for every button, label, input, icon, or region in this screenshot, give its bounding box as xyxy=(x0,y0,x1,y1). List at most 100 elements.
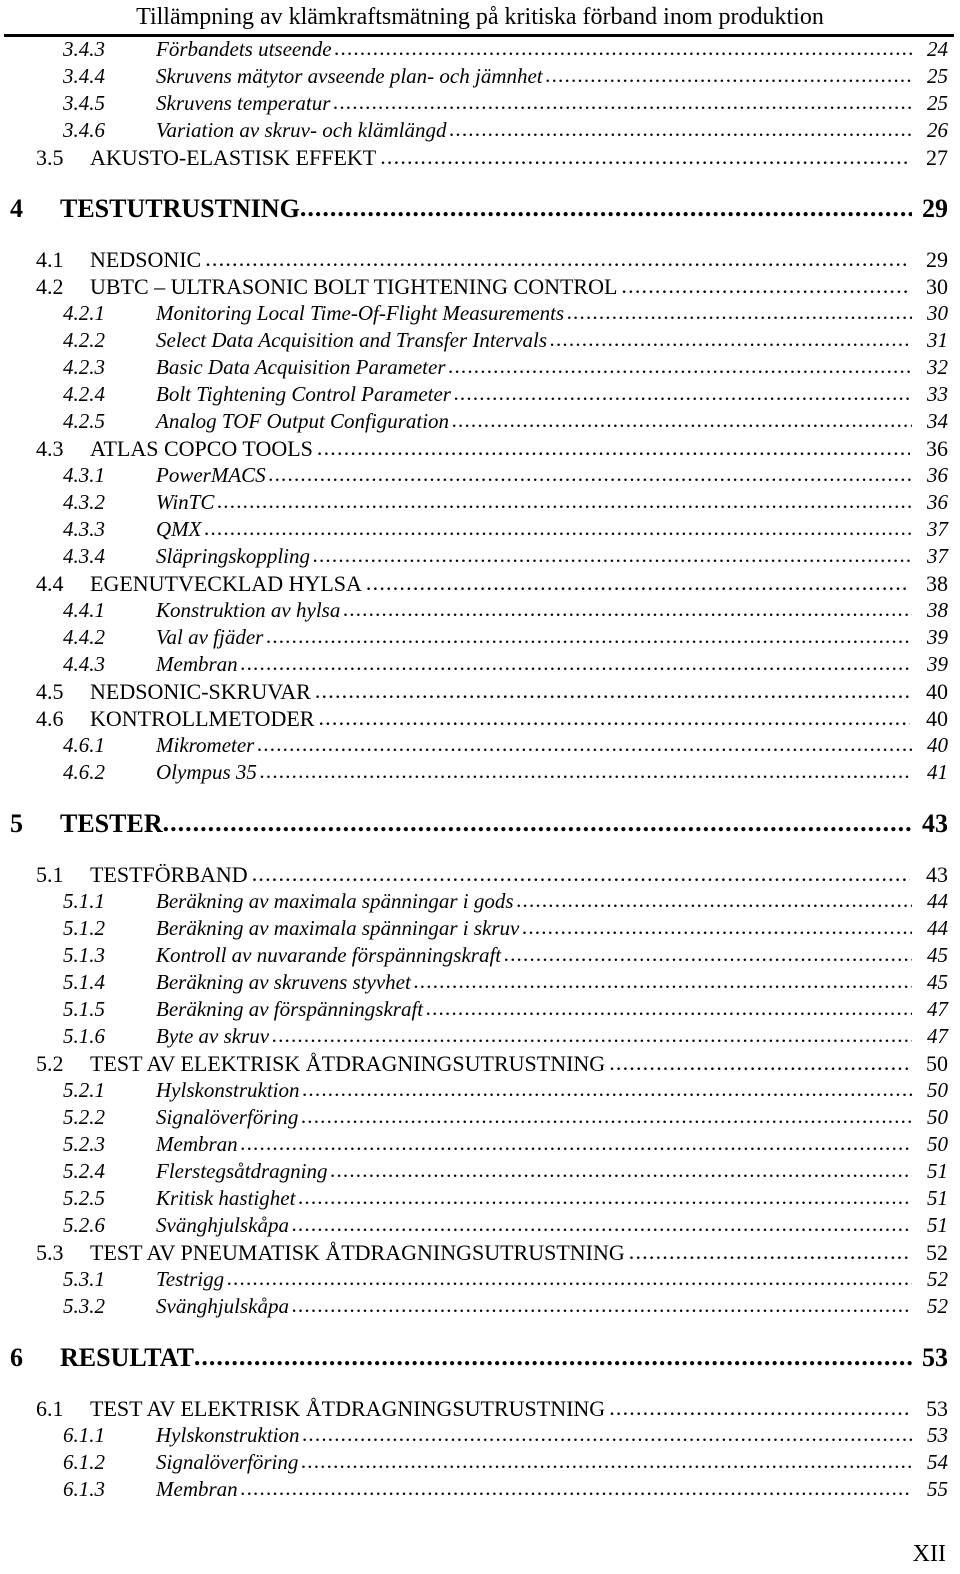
toc-entry-number: 5.2 xyxy=(36,1051,64,1076)
toc-entry[interactable]: 4.5 NEDSONIC-SKRUVAR.....................… xyxy=(8,678,948,706)
toc-entry[interactable]: 4 TESTUTRUSTNING.........................… xyxy=(8,193,948,228)
toc-entry[interactable]: 4.3.4 Släpringskoppling..................… xyxy=(8,543,948,571)
toc-entry-number: 4.3.1 xyxy=(63,463,105,487)
toc-entry-page-number: 25 xyxy=(927,91,948,115)
toc-entry-page-number: 53 xyxy=(927,1423,948,1447)
toc-entry-number: 5.2.3 xyxy=(63,1132,105,1156)
toc-entry[interactable]: 5.1 TESTFÖRBAND..........................… xyxy=(8,861,948,889)
toc-entry[interactable]: 5.3.2 Svänghjulskåpa.....................… xyxy=(8,1293,948,1321)
toc-entry[interactable]: 6.1.3 Membran............................… xyxy=(8,1476,948,1504)
toc-entry-page-number: 40 xyxy=(926,706,948,731)
toc-entry-title: Membran xyxy=(156,1477,238,1501)
toc-entry-number: 4.3.2 xyxy=(63,490,105,514)
toc-entry-title: NEDSONIC-SKRUVAR xyxy=(90,679,311,704)
toc-entry-title: RESULTAT xyxy=(60,1343,194,1372)
toc-entry-page-number: 50 xyxy=(926,1051,948,1076)
toc-entry[interactable]: 4.3.1 PowerMACS..........................… xyxy=(8,462,948,490)
toc-leader-dots: ........................................… xyxy=(448,354,913,378)
toc-entry[interactable]: 5.2.6 Svänghjulskåpa.....................… xyxy=(8,1212,948,1240)
page-number-label: XII xyxy=(912,1541,946,1567)
toc-entry[interactable]: 5.1.4 Beräkning av skruvens styvhet......… xyxy=(8,969,948,997)
toc-entry-title: Beräkning av maximala spänningar i gods xyxy=(156,889,514,913)
toc-entry[interactable]: 4.2 UBTC – ULTRASONIC BOLT TIGHTENING CON… xyxy=(8,273,948,301)
toc-leader-dots: ........................................… xyxy=(628,1239,910,1264)
toc-entry[interactable]: 4.2.3 Basic Data Acquisition Parameter...… xyxy=(8,354,948,382)
toc-leader-dots: ........................................… xyxy=(333,90,912,114)
toc-entry[interactable]: 6.1.2 Signalöverföring...................… xyxy=(8,1449,948,1477)
toc-entry-page-number: 44 xyxy=(927,889,948,913)
toc-entry-number: 4 xyxy=(10,194,23,223)
toc-leader-dots: ........................................… xyxy=(318,705,910,730)
toc-entry[interactable]: 4.3.2 WinTC..............................… xyxy=(8,489,948,517)
toc-entry[interactable]: 5.3.1 Testrigg...........................… xyxy=(8,1266,948,1294)
toc-entry-page-number: 36 xyxy=(926,436,948,461)
toc-entry[interactable]: 4.4.2 Val av fjäder......................… xyxy=(8,624,948,652)
toc-entry[interactable]: 4.1 NEDSONIC.............................… xyxy=(8,246,948,274)
toc-entry[interactable]: 5.2.2 Signalöverföring...................… xyxy=(8,1104,948,1132)
toc-entry-page-number: 36 xyxy=(927,463,948,487)
toc-leader-dots: ........................................… xyxy=(314,678,910,703)
toc-entry[interactable]: 4.3.3 QMX................................… xyxy=(8,516,948,544)
toc-entry-number: 5.3.2 xyxy=(63,1294,105,1318)
toc-entry[interactable]: 5.2.1 Hylskonstruktion...................… xyxy=(8,1077,948,1105)
toc-entry-number: 5 xyxy=(10,809,23,838)
toc-leader-dots: ........................................… xyxy=(365,570,910,595)
toc-entry-number: 3.4.6 xyxy=(63,118,105,142)
toc-entry-page-number: 38 xyxy=(927,598,948,622)
toc-leader-dots: ........................................… xyxy=(240,1476,912,1500)
toc-entry-number: 3.4.3 xyxy=(63,37,105,61)
toc-entry[interactable]: 3.4.5 Skruvens temperatur................… xyxy=(8,90,948,118)
toc-entry[interactable]: 4.2.5 Analog TOF Output Configuration....… xyxy=(8,408,948,436)
toc-entry[interactable]: 5.2.4 Flerstegsåtdragning................… xyxy=(8,1158,948,1186)
toc-leader-dots: ........................................… xyxy=(522,915,912,939)
toc-entry[interactable]: 5.2.3 Membran............................… xyxy=(8,1131,948,1159)
toc-leader-dots: ........................................… xyxy=(162,808,912,837)
toc-entry[interactable]: 4.6.2 Olympus 35.........................… xyxy=(8,759,948,787)
toc-leader-dots: ........................................… xyxy=(193,1342,912,1371)
toc-entry-page-number: 38 xyxy=(926,571,948,596)
toc-entry-title: Byte av skruv xyxy=(156,1024,270,1048)
toc-entry[interactable]: 4.2.2 Select Data Acquisition and Transfe… xyxy=(8,327,948,355)
toc-entry[interactable]: 5.2 TEST AV ELEKTRISK ÅTDRAGNINGSUTRUSTNI… xyxy=(8,1050,948,1078)
toc-entry[interactable]: 5.2.5 Kritisk hastighet..................… xyxy=(8,1185,948,1213)
toc-entry[interactable]: 3.5 AKUSTO-ELASTISK EFFEKT...............… xyxy=(8,144,948,172)
toc-entry[interactable]: 4.6 KONTROLLMETODER......................… xyxy=(8,705,948,733)
toc-entry[interactable]: 6.1.1 Hylskonstruktion...................… xyxy=(8,1422,948,1450)
toc-entry-title: Select Data Acquisition and Transfer Int… xyxy=(156,328,548,352)
toc-entry-number: 4.4.2 xyxy=(63,625,105,649)
toc-entry[interactable]: 4.6.1 Mikrometer.........................… xyxy=(8,732,948,760)
toc-entry-page-number: 52 xyxy=(927,1294,948,1318)
toc-leader-dots: ........................................… xyxy=(301,1104,912,1128)
toc-entry-number: 5.1.2 xyxy=(63,916,105,940)
toc-entry[interactable]: 3.4.3 Förbandets utseende................… xyxy=(8,36,948,64)
toc-entry[interactable]: 5.1.3 Kontroll av nuvarande förspänningsk… xyxy=(8,942,948,970)
toc-entry-title: Hylskonstruktion xyxy=(156,1078,300,1102)
toc-entry[interactable]: 5.1.1 Beräkning av maximala spänningar i … xyxy=(8,888,948,916)
toc-entry[interactable]: 5.1.2 Beräkning av maximala spänningar i … xyxy=(8,915,948,943)
toc-entry[interactable]: 5.3 TEST AV PNEUMATISK ÅTDRAGNINGSUTRUSTN… xyxy=(8,1239,948,1267)
toc-entry[interactable]: 6 RESULTAT...............................… xyxy=(8,1342,948,1377)
toc-entry[interactable]: 5.1.5 Beräkning av förspänningskraft.....… xyxy=(8,996,948,1024)
toc-entry[interactable]: 4.4.3 Membran............................… xyxy=(8,651,948,679)
toc-leader-dots: ........................................… xyxy=(413,969,912,993)
toc-entry[interactable]: 3.4.6 Variation av skruv- och klämlängd..… xyxy=(8,117,948,145)
toc-entry[interactable]: 4.4 EGENUTVECKLAD HYLSA..................… xyxy=(8,570,948,598)
toc-entry[interactable]: 6.1 TEST AV ELEKTRISK ÅTDRAGNINGSUTRUSTNI… xyxy=(8,1395,948,1423)
toc-entry-page-number: 43 xyxy=(926,862,948,887)
toc-entry-title: Beräkning av maximala spänningar i skruv xyxy=(156,916,520,940)
toc-leader-dots: ........................................… xyxy=(452,408,912,432)
toc-entry[interactable]: 4.2.1 Monitoring Local Time-Of-Flight Mea… xyxy=(8,300,948,328)
toc-entry-title: Svänghjulskåpa xyxy=(156,1213,289,1237)
toc-entry[interactable]: 4.4.1 Konstruktion av hylsa..............… xyxy=(8,597,948,625)
toc-entry[interactable]: 4.3 ATLAS COPCO TOOLS....................… xyxy=(8,435,948,463)
toc-entry-page-number: 39 xyxy=(927,625,948,649)
toc-entry[interactable]: 3.4.4 Skruvens mätytor avseende plan- och… xyxy=(8,63,948,91)
toc-entry-page-number: 31 xyxy=(927,328,948,352)
toc-entry[interactable]: 4.2.4 Bolt Tightening Control Parameter..… xyxy=(8,381,948,409)
toc-entry-title: Signalöverföring xyxy=(156,1450,299,1474)
toc-entry-page-number: 26 xyxy=(927,118,948,142)
toc-entry[interactable]: 5.1.6 Byte av skruv......................… xyxy=(8,1023,948,1051)
toc-entry-page-number: 54 xyxy=(927,1450,948,1474)
toc-entry[interactable]: 5 TESTER.................................… xyxy=(8,808,948,843)
toc-entry-number: 4.2.5 xyxy=(63,409,105,433)
